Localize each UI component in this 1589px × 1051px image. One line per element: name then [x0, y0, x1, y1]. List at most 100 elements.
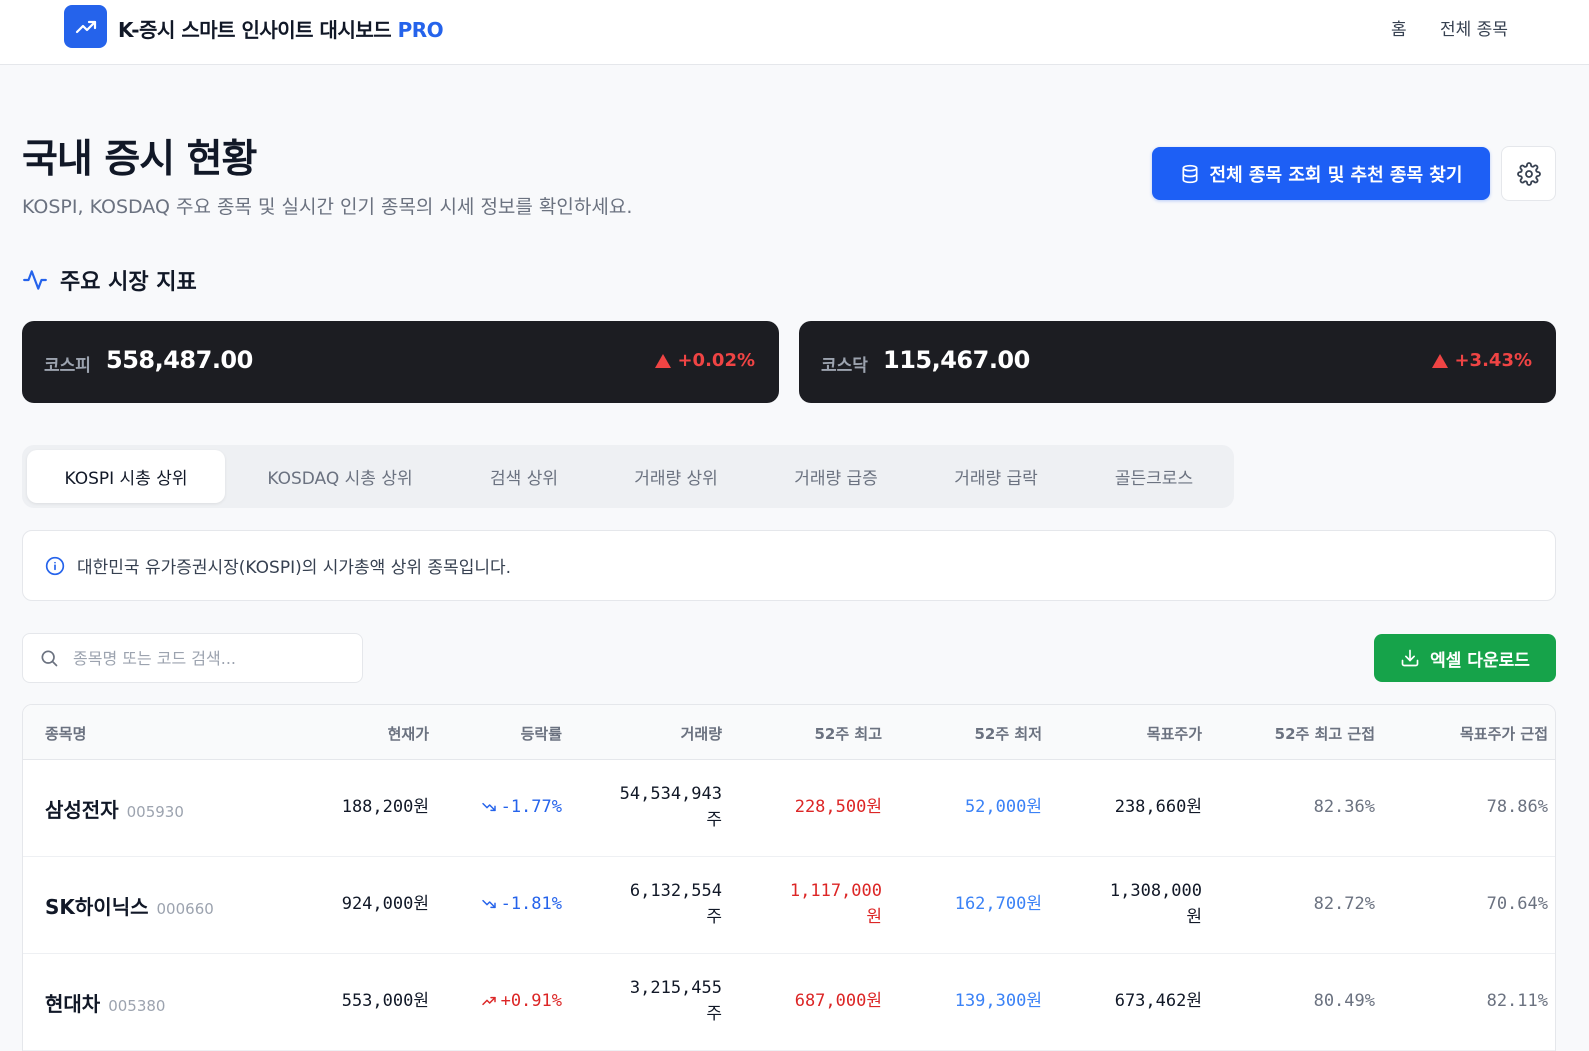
app-title[interactable]: K-증시 스마트 인사이트 대시보드 PRO: [118, 14, 444, 43]
change-value: -1.81%: [500, 894, 562, 914]
stock-name-text: 삼성전자: [45, 798, 119, 822]
stock-table: 종목명 현재가 등락률 거래량 52주 최고 52주 최저 목표주가 52주 최…: [22, 704, 1556, 1051]
tab-search-top[interactable]: 검색 상위: [454, 450, 594, 503]
database-icon: [1182, 164, 1198, 183]
target-cell: 673,462원: [1114, 991, 1202, 1011]
info-icon: [45, 556, 65, 575]
col-52w-low[interactable]: 52주 최저: [975, 723, 1043, 744]
col-name[interactable]: 종목명: [45, 723, 86, 744]
volume-value: 3,215,455: [629, 978, 722, 998]
activity-icon: [23, 270, 47, 290]
volume-unit: 주: [706, 907, 722, 927]
col-price[interactable]: 현재가: [388, 723, 429, 744]
settings-button[interactable]: [1501, 146, 1556, 201]
price-cell: 553,000원: [341, 991, 429, 1011]
trending-up-icon: [75, 20, 96, 33]
tab-golden-cross[interactable]: 골든크로스: [1084, 450, 1224, 503]
kospi-index-card: 코스피 558,487.00 +0.02%: [22, 321, 779, 403]
tab-kosdaq-marketcap[interactable]: KOSDAQ 시총 상위: [242, 450, 438, 503]
nav-all-stocks-link[interactable]: 전체 종목: [1440, 15, 1508, 40]
market-indicators-heading: 주요 시장 지표: [22, 264, 197, 296]
high-cell: 228,500원: [794, 797, 882, 817]
table-row[interactable]: 현대차 005380 553,000원 +0.91% 3,215,455 주 687…: [23, 954, 1555, 1051]
stock-search: [22, 633, 363, 683]
price-cell: 924,000원: [341, 894, 429, 914]
high-cell: 687,000원: [794, 991, 882, 1011]
index-change-value: +3.43%: [1454, 350, 1532, 371]
near-target-cell: 78.86%: [1486, 797, 1548, 817]
table-row[interactable]: SK하이닉스 000660 924,000원 -1.81% 6,132,554 주 …: [23, 857, 1555, 954]
target-cell: 238,660원: [1114, 797, 1202, 817]
index-change-value: +0.02%: [677, 350, 755, 371]
tab-volume-surge[interactable]: 거래량 급증: [766, 450, 906, 503]
gear-icon: [1516, 161, 1541, 186]
col-near-target[interactable]: 목표주가 근접: [1460, 723, 1548, 744]
volume-cell: 6,132,554 주: [630, 878, 722, 930]
page-title: 국내 증시 현황: [22, 137, 257, 182]
up-triangle-icon: [1432, 353, 1449, 368]
top-navbar: K-증시 스마트 인사이트 대시보드 PRO 홈 전체 종목: [0, 0, 1589, 65]
volume-cell: 54,534,943 주: [620, 781, 722, 833]
tab-volume-drop[interactable]: 거래량 급락: [926, 450, 1066, 503]
excel-download-button[interactable]: 엑셀 다운로드: [1374, 634, 1556, 682]
col-change[interactable]: 등락률: [521, 723, 562, 744]
change-value: -1.77%: [500, 797, 562, 817]
stock-code: 005930: [126, 803, 184, 821]
change-cell: +0.91%: [481, 988, 562, 1014]
col-near-high[interactable]: 52주 최고 근접: [1275, 723, 1375, 744]
trending-down-icon: [481, 802, 496, 812]
index-change: +0.02%: [655, 350, 755, 371]
ranking-tabs: KOSPI 시총 상위 KOSDAQ 시총 상위 검색 상위 거래량 상위 거래…: [22, 445, 1234, 508]
col-52w-high[interactable]: 52주 최고: [815, 723, 883, 744]
change-value: +0.91%: [500, 991, 562, 1011]
near-high-cell: 82.72%: [1313, 894, 1375, 914]
volume-unit: 주: [706, 1004, 722, 1024]
high-cell: 1,117,000 원: [790, 878, 882, 930]
trending-up-icon: [481, 996, 496, 1006]
logo[interactable]: [64, 5, 107, 48]
find-recommended-stocks-label: 전체 종목 조회 및 추천 종목 찾기: [1209, 164, 1463, 186]
tab-kospi-marketcap[interactable]: KOSPI 시총 상위: [27, 450, 225, 503]
search-icon: [41, 650, 58, 667]
low-cell: 139,300원: [954, 991, 1042, 1011]
col-target[interactable]: 목표주가: [1147, 723, 1202, 744]
change-cell: -1.77%: [481, 794, 562, 820]
kosdaq-index-card: 코스닥 115,467.00 +3.43%: [799, 321, 1556, 403]
page-subtitle: KOSPI, KOSDAQ 주요 종목 및 실시간 인기 종목의 시세 정보를 …: [22, 196, 633, 218]
table-header: 종목명 현재가 등락률 거래량 52주 최고 52주 최저 목표주가 52주 최…: [23, 705, 1555, 760]
find-recommended-stocks-button[interactable]: 전체 종목 조회 및 추천 종목 찾기: [1152, 147, 1490, 200]
volume-cell: 3,215,455 주: [630, 975, 722, 1027]
trending-down-icon: [481, 899, 496, 909]
stock-name-text: 현대차: [45, 992, 101, 1016]
excel-download-label: 엑셀 다운로드: [1430, 650, 1530, 671]
nav-home-link[interactable]: 홈: [1391, 15, 1407, 40]
tab-volume-top[interactable]: 거래량 상위: [606, 450, 746, 503]
index-label: 코스피: [44, 356, 91, 376]
stock-name: 현대차 005380: [45, 988, 165, 1017]
near-target-cell: 70.64%: [1486, 894, 1548, 914]
col-volume[interactable]: 거래량: [681, 723, 722, 744]
stock-name: SK하이닉스 000660: [45, 891, 214, 920]
low-cell: 52,000원: [964, 797, 1042, 817]
target-value: 1,308,000: [1109, 881, 1202, 901]
tab-description: 대한민국 유가증권시장(KOSPI)의 시가총액 상위 종목입니다.: [22, 530, 1556, 601]
high-unit: 원: [866, 907, 882, 927]
high-value: 1,117,000: [789, 881, 882, 901]
brand-text: K-증시 스마트 인사이트 대시보드: [118, 18, 392, 42]
index-label: 코스닥: [821, 356, 868, 376]
up-triangle-icon: [655, 353, 672, 368]
stock-code: 000660: [156, 900, 214, 918]
stock-name: 삼성전자 005930: [45, 794, 184, 823]
table-row[interactable]: 삼성전자 005930 188,200원 -1.77% 54,534,943 주 2…: [23, 760, 1555, 857]
target-cell: 1,308,000 원: [1110, 878, 1202, 930]
volume-unit: 주: [706, 810, 722, 830]
index-change: +3.43%: [1432, 350, 1532, 371]
stock-name-text: SK하이닉스: [45, 895, 149, 919]
search-input[interactable]: [73, 648, 333, 668]
section-title-text: 주요 시장 지표: [60, 270, 197, 295]
near-high-cell: 80.49%: [1313, 991, 1375, 1011]
low-cell: 162,700원: [954, 894, 1042, 914]
target-unit: 원: [1186, 907, 1202, 927]
volume-value: 6,132,554: [629, 881, 722, 901]
index-value: 115,467.00: [883, 346, 1030, 374]
